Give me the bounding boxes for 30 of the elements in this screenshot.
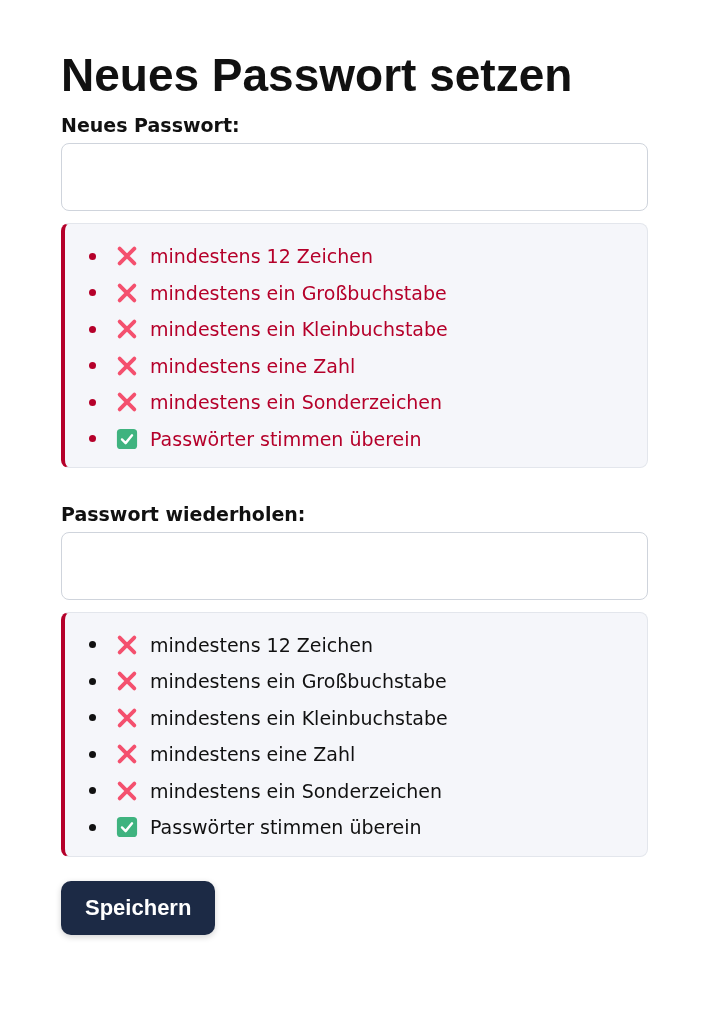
field-label: Neues Passwort: [61,113,240,138]
requirement-text: mindestens ein Kleinbuchstabe [150,318,448,341]
bullet-icon [89,252,96,260]
bullet-icon [89,362,96,370]
requirement-text: mindestens ein Großbuchstabe [150,281,447,304]
bullet-icon [89,641,96,649]
bullet-icon [89,714,96,722]
requirement-text: mindestens eine Zahl [150,743,356,766]
bullet-icon [89,677,96,685]
requirement-text: mindestens 12 Zeichen [150,245,374,268]
requirement-text: mindestens 12 Zeichen [150,633,374,656]
password-field[interactable] [61,142,648,211]
bullet-icon [89,750,96,758]
password-field[interactable] [61,531,648,600]
bullet-icon [89,398,96,406]
requirement-text: mindestens ein Sonderzeichen [150,391,443,414]
save-button[interactable]: Speichern [61,880,216,935]
requirement-text: mindestens ein Sonderzeichen [150,779,443,802]
bullet-icon [89,289,96,297]
requirement-text: Passwörter stimmen überein [150,816,422,839]
bullet-icon [89,325,96,333]
field-label: Passwort wiederholen: [61,501,306,527]
requirement-text: Passwörter stimmen überein [150,427,422,450]
requirement-text: mindestens ein Großbuchstabe [150,670,447,693]
bullet-icon [89,823,96,831]
page-title: Neues Passwort setzen [61,48,573,103]
requirement-text: mindestens ein Kleinbuchstabe [150,706,448,729]
bullet-icon [89,787,96,795]
bullet-icon [89,435,96,443]
requirement-text: mindestens eine Zahl [150,354,356,377]
